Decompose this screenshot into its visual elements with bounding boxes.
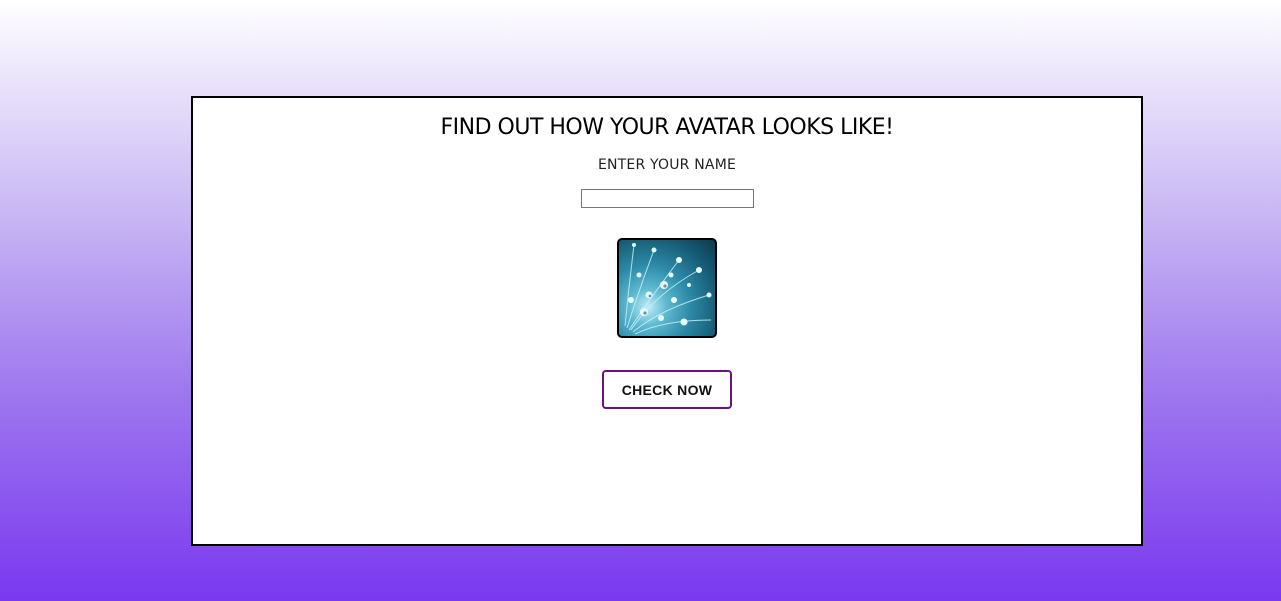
name-input[interactable] xyxy=(580,189,754,208)
page-title: FIND OUT HOW YOUR AVATAR LOOKS LIKE! xyxy=(440,115,895,140)
avatar-card: FIND OUT HOW YOUR AVATAR LOOKS LIKE! ENT… xyxy=(191,96,1143,546)
check-now-button[interactable]: CHECK NOW xyxy=(602,370,732,409)
name-prompt-label: ENTER YOUR NAME xyxy=(597,157,737,173)
water-droplets-image xyxy=(624,243,712,335)
avatar-image xyxy=(617,238,717,338)
